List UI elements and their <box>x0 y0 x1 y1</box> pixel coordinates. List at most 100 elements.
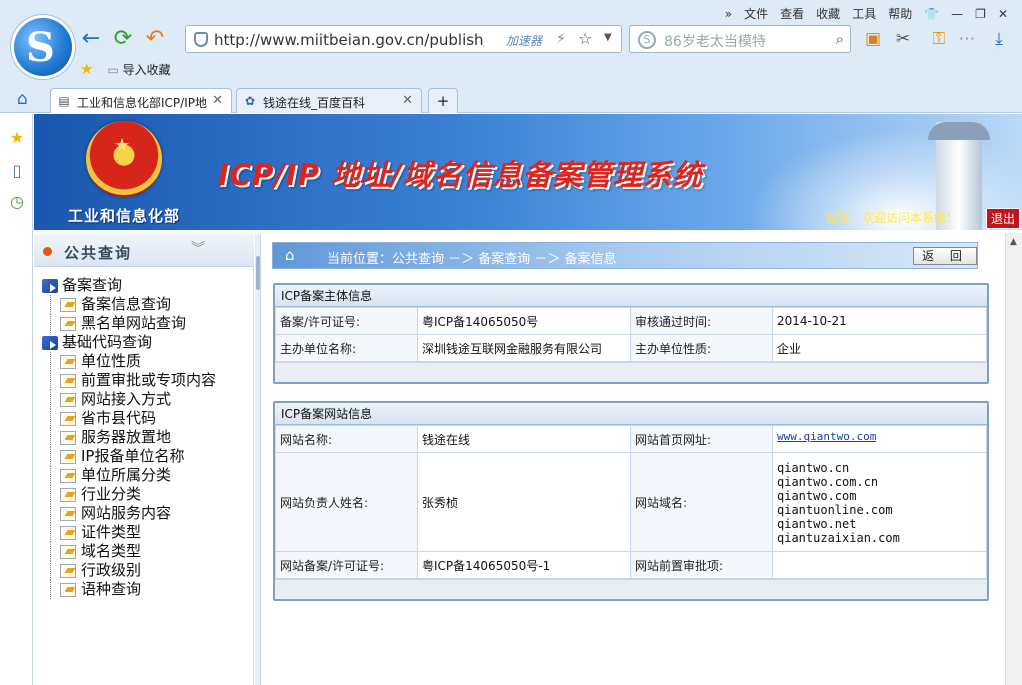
tree-item-id-type[interactable]: 证件类型 <box>40 523 252 542</box>
national-emblem: ★ <box>86 121 162 197</box>
tree-item-region-code[interactable]: 省市县代码 <box>40 409 252 428</box>
menu-help[interactable]: 帮助 <box>888 6 912 22</box>
panel-splitter[interactable] <box>255 234 261 685</box>
site-license-label: 网站备案/许可证号: <box>275 551 418 579</box>
accelerator-label[interactable]: 加速器 <box>506 32 542 49</box>
tab-close-icon[interactable]: ✕ <box>402 93 413 108</box>
tree-group-label: 基础代码查询 <box>62 333 153 351</box>
search-icon[interactable]: ⌕ <box>836 30 844 48</box>
menu-file[interactable]: 文件 <box>744 6 768 22</box>
vertical-scrollbar[interactable]: ▲ <box>1005 233 1022 685</box>
edit-icon <box>60 526 76 540</box>
tab-miit[interactable]: ▤ 工业和信息化部ICP/IP地 ✕ <box>50 88 232 113</box>
restore-icon[interactable]: ❐ <box>975 6 986 22</box>
edit-icon <box>60 317 76 331</box>
search-engine-icon[interactable]: S <box>638 31 656 49</box>
home-url-link[interactable]: www.qiantwo.com <box>777 430 876 443</box>
tree-item-access-method[interactable]: 网站接入方式 <box>40 390 252 409</box>
tab-baike[interactable]: ✿ 钱途在线_百度百科 ✕ <box>236 88 422 113</box>
sidebar-header[interactable]: 公共查询 ︾ <box>34 234 254 267</box>
tree-item-ip-unit[interactable]: IP报备单位名称 <box>40 447 252 466</box>
url-text[interactable]: http://www.miitbeian.gov.cn/publish/quer <box>214 31 484 49</box>
search-input[interactable]: 86岁老太当模特 <box>664 31 766 51</box>
table-row: 网站备案/许可证号: 粤ICP备14065050号-1 网站前置审批项: <box>275 551 987 579</box>
folder-icon: ▭ <box>107 62 119 77</box>
sidebar-device-icon[interactable]: ▯ <box>7 161 27 181</box>
edit-icon <box>60 431 76 445</box>
edit-icon <box>60 298 76 312</box>
home-icon[interactable]: ⌂ <box>285 247 303 264</box>
star-bookmark-icon[interactable]: ☆ <box>578 29 592 48</box>
scroll-up-icon[interactable]: ▲ <box>1010 237 1017 247</box>
edit-icon <box>60 355 76 369</box>
tree-item-pre-approval[interactable]: 前置审批或专项内容 <box>40 371 252 390</box>
favorites-star-icon[interactable]: ★ <box>80 60 93 78</box>
tree-item-blacklist[interactable]: 黑名单网站查询 <box>40 314 252 333</box>
extension-icon[interactable]: ▣ <box>862 28 884 50</box>
lightning-icon[interactable]: ⚡ <box>556 31 566 47</box>
tree-item-industry[interactable]: 行业分类 <box>40 485 252 504</box>
domain-item: qiantuonline.com <box>777 503 893 517</box>
table-row: 网站负责人姓名: 张秀桢 网站域名: qiantwo.cn qiantwo.co… <box>275 452 987 552</box>
tree-item-label: 黑名单网站查询 <box>81 314 187 332</box>
collapse-chevron-icon[interactable]: ︾ <box>191 238 205 258</box>
splitter-grip[interactable] <box>256 256 260 290</box>
edit-icon <box>60 374 76 388</box>
minimize-icon[interactable]: — <box>951 6 963 22</box>
security-shield-icon[interactable] <box>194 32 208 47</box>
system-title: ICP/IP 地址/域名信息备案管理系统 <box>218 158 703 192</box>
refresh-icon[interactable]: ⟳ <box>110 26 136 52</box>
baidu-paw-icon: ✿ <box>244 94 256 108</box>
browser-sidebar: ★ ▯ ◷ <box>0 114 33 685</box>
tree-item-unit-category[interactable]: 单位所属分类 <box>40 466 252 485</box>
preapproval-label: 网站前置审批项: <box>630 551 773 579</box>
domain-item: qiantwo.com <box>777 489 857 503</box>
back-button[interactable]: 返 回 <box>913 247 977 265</box>
menu-tools[interactable]: 工具 <box>852 6 876 22</box>
edit-icon <box>60 450 76 464</box>
ministry-name: 工业和信息化部 <box>68 207 181 225</box>
logout-button[interactable]: 退出 <box>986 208 1021 229</box>
tree-item-server-location[interactable]: 服务器放置地 <box>40 428 252 447</box>
import-favorites-link[interactable]: ▭ 导入收藏 <box>107 61 170 78</box>
address-bar[interactable]: http://www.miitbeian.gov.cn/publish/quer… <box>185 25 622 53</box>
browser-logo[interactable]: S <box>14 18 72 76</box>
menu-favorites[interactable]: 收藏 <box>816 6 840 22</box>
menu-overflow-icon[interactable]: » <box>725 6 732 22</box>
tree-item-label: 网站接入方式 <box>81 390 172 408</box>
tree-item-filing-info[interactable]: 备案信息查询 <box>40 295 252 314</box>
dropdown-icon[interactable]: ▼ <box>604 32 612 43</box>
undo-icon[interactable]: ↶ <box>142 26 168 52</box>
owner-value: 张秀桢 <box>417 452 631 552</box>
sidebar-history-icon[interactable]: ◷ <box>7 192 27 212</box>
download-icon[interactable]: ⤓ <box>988 28 1010 50</box>
menu-view[interactable]: 查看 <box>780 6 804 22</box>
tree-item-domain-type[interactable]: 域名类型 <box>40 542 252 561</box>
more-icon[interactable]: ⋯ <box>956 28 978 50</box>
tree-item-label: 行业分类 <box>81 485 142 503</box>
tree-group-basecode[interactable]: 基础代码查询 <box>40 333 252 352</box>
home-icon[interactable]: ⌂ <box>17 89 28 109</box>
tab-close-icon[interactable]: ✕ <box>212 93 223 108</box>
edit-icon <box>60 412 76 426</box>
tree-item-service-content[interactable]: 网站服务内容 <box>40 504 252 523</box>
tree-item-unit-nature[interactable]: 单位性质 <box>40 352 252 371</box>
sidebar-favorites-icon[interactable]: ★ <box>7 128 27 148</box>
home-url-label: 网站首页网址: <box>630 425 773 453</box>
skin-icon[interactable]: 👕 <box>924 6 939 22</box>
new-tab-button[interactable]: + <box>428 88 458 113</box>
tree-item-label: 语种查询 <box>81 580 142 598</box>
close-icon[interactable]: ✕ <box>998 6 1008 22</box>
tree-item-admin-level[interactable]: 行政级别 <box>40 561 252 580</box>
tree-item-language[interactable]: 语种查询 <box>40 580 252 599</box>
tree-item-label: 证件类型 <box>81 523 142 541</box>
domain-item: qiantwo.net <box>777 517 857 531</box>
table-row: 主办单位名称: 深圳钱途互联网金融服务有限公司 主办单位性质: 企业 <box>275 334 987 362</box>
search-box[interactable]: S 86岁老太当模特 ⌕ <box>629 25 851 53</box>
scissors-icon[interactable]: ✂ <box>892 28 914 50</box>
key-icon[interactable]: ⚿ <box>928 28 950 50</box>
nature-value: 企业 <box>772 334 987 362</box>
back-icon[interactable]: ← <box>78 26 104 52</box>
tree-group-filing[interactable]: 备案查询 <box>40 276 252 295</box>
site-banner: ★ 工业和信息化部 ICP/IP 地址/域名信息备案管理系统 您好，欢迎访问本系… <box>34 114 1022 230</box>
